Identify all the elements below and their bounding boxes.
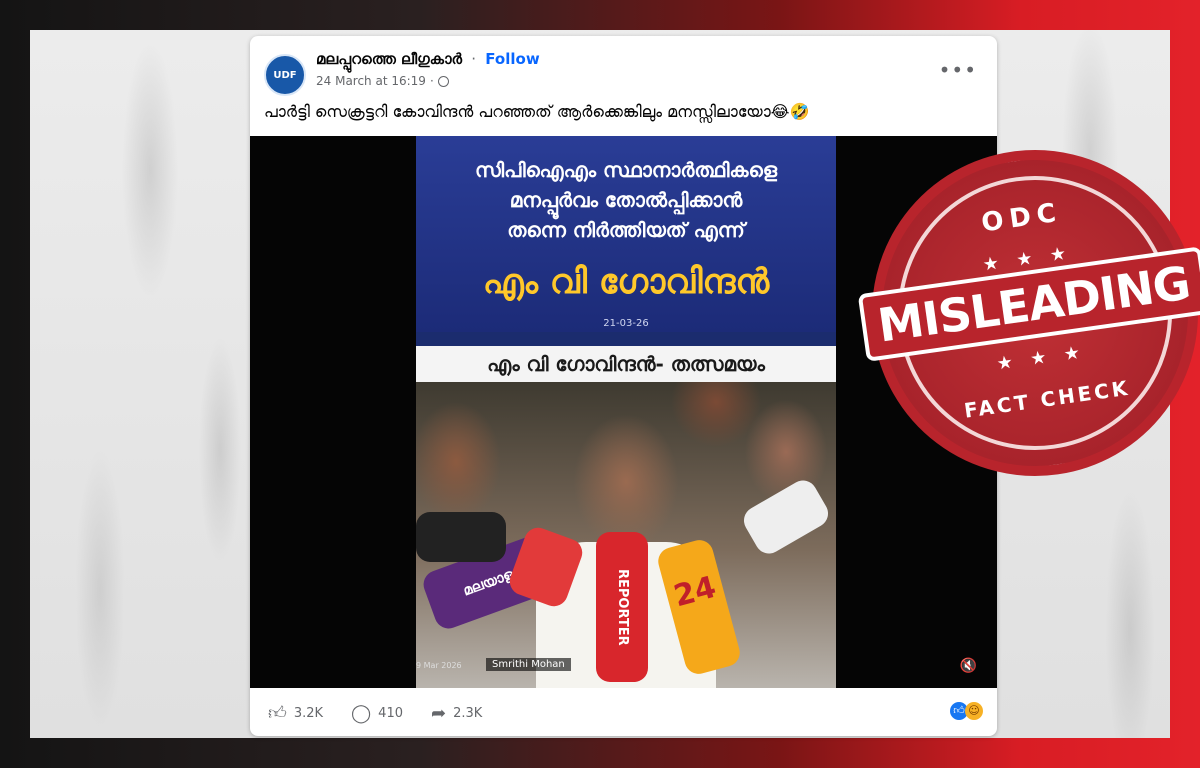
headline-card: സിപിഐഎം സ്ഥാനാർത്ഥികളെ മനപ്പൂർവം തോൽപ്പി… bbox=[416, 136, 836, 332]
globe-icon bbox=[437, 75, 449, 87]
like-button[interactable]: 👍︎ 3.2K bbox=[268, 702, 323, 724]
post-meta: 24 March at 16:19 · bbox=[316, 74, 449, 88]
lower-third-bar: എം വി ഗോവിന്ദൻ- തത്സമയം bbox=[416, 346, 836, 382]
name-separator: · bbox=[471, 50, 477, 68]
page-name[interactable]: മലപ്പുറത്തെ ലീഗുകാർ bbox=[316, 50, 462, 68]
mic-white bbox=[738, 475, 834, 559]
headline-line-1: സിപിഐഎം സ്ഥാനാർത്ഥികളെ bbox=[474, 158, 778, 182]
share-button[interactable]: ➦ 2.3K bbox=[431, 703, 482, 724]
speaker-name: എം വി ഗോവിന്ദൻ bbox=[482, 262, 770, 302]
post-actions: 👍︎ 3.2K ◯ 410 ➦ 2.3K bbox=[268, 702, 482, 725]
headline-date: 21-03-26 bbox=[603, 318, 649, 329]
reaction-summary[interactable]: 👍︎ ☺ bbox=[950, 702, 983, 720]
comment-count: 410 bbox=[378, 705, 403, 721]
share-icon: ➦ bbox=[431, 702, 447, 724]
reporter-credit: Smrithi Mohan bbox=[486, 658, 571, 671]
more-options-icon[interactable]: ••• bbox=[939, 58, 977, 82]
mute-icon[interactable]: 🔇 bbox=[960, 658, 977, 674]
haha-reaction-icon: ☺ bbox=[965, 702, 983, 720]
comment-button[interactable]: ◯ 410 bbox=[351, 703, 403, 724]
share-count: 2.3K bbox=[453, 705, 483, 721]
post-timestamp[interactable]: 24 March at 16:19 bbox=[316, 74, 426, 88]
mic-reporter: REPORTER bbox=[596, 532, 648, 682]
video-frame: സിപിഐഎം സ്ഥാനാർത്ഥികളെ മനപ്പൂർവം തോൽപ്പി… bbox=[416, 136, 836, 688]
mic-black bbox=[416, 512, 506, 562]
meta-separator: · bbox=[429, 74, 434, 88]
post-caption: പാർട്ടി സെക്രട്ടറി കോവിന്ദൻ പറഞ്ഞത് ആർക്… bbox=[264, 102, 810, 121]
like-icon: 👍︎ bbox=[268, 703, 287, 724]
headline-line-2: മനപ്പൂർവം തോൽപ്പിക്കാൻ bbox=[509, 188, 743, 212]
video-scene: മലയാളം REPORTER 24 9 Mar 2026 Smrithi Mo… bbox=[416, 382, 836, 688]
page-avatar[interactable]: UDF bbox=[264, 54, 306, 96]
avatar-label: UDF bbox=[273, 69, 297, 81]
comment-icon: ◯ bbox=[351, 702, 372, 724]
headline-line-3: തന്നെ നിർത്തിയത് എന്ന് bbox=[507, 218, 745, 242]
post-header: മലപ്പുറത്തെ ലീഗുകാർ · Follow bbox=[316, 50, 540, 68]
follow-button[interactable]: Follow bbox=[485, 50, 539, 68]
like-count: 3.2K bbox=[293, 705, 324, 721]
clip-date: 9 Mar 2026 bbox=[416, 661, 462, 670]
